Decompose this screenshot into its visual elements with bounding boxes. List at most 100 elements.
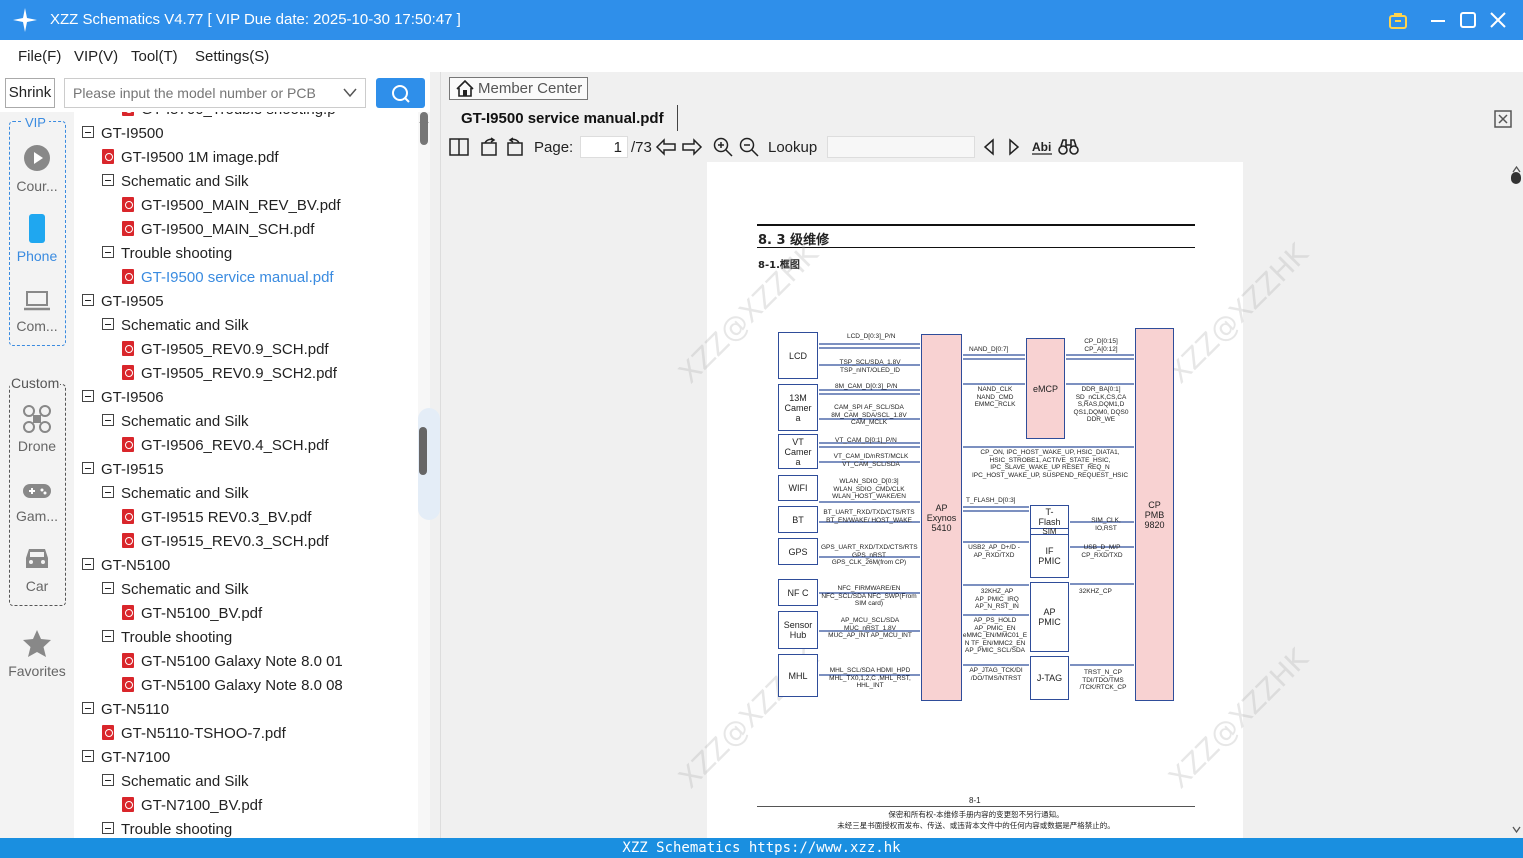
pdf-footer-line-2: 未经三星书面授权而发布、传送、或违背本文件中的任何内容或数据是严格禁止的。: [837, 821, 1115, 830]
sidebar-toggle-icon[interactable]: [449, 138, 469, 156]
tree-folder[interactable]: Schematic and Silk: [102, 170, 249, 194]
sidebar-item-computer[interactable]: Com...: [0, 318, 74, 334]
laptop-icon[interactable]: [23, 290, 51, 312]
tree-file[interactable]: GT-N7100_BV.pdf: [122, 794, 262, 818]
sidebar-item-games[interactable]: Gam...: [0, 508, 74, 524]
tree-file[interactable]: GT-I9505_REV0.9_SCH2.pdf: [122, 362, 337, 386]
search-input[interactable]: [64, 78, 366, 108]
collapse-toggle-icon[interactable]: [102, 630, 114, 643]
collapse-toggle-icon[interactable]: [102, 318, 114, 331]
collapse-toggle-icon[interactable]: [82, 294, 94, 307]
tree-folder[interactable]: Trouble shooting: [102, 818, 232, 838]
phone-icon[interactable]: [28, 213, 46, 244]
lookup-input[interactable]: [827, 136, 975, 158]
tree-folder[interactable]: Schematic and Silk: [102, 410, 249, 434]
tree-item-label: Trouble shooting: [121, 629, 233, 646]
binoculars-icon[interactable]: [1058, 138, 1079, 156]
page-input[interactable]: 1: [580, 136, 628, 158]
collapse-toggle-icon[interactable]: [102, 486, 114, 499]
rotate-left-icon[interactable]: [479, 137, 499, 157]
chevron-down-icon[interactable]: [343, 88, 357, 98]
tree-file[interactable]: GT-I9500_MAIN_SCH.pdf: [122, 218, 314, 242]
tree-scroll-thumb[interactable]: [420, 112, 428, 145]
sidebar-item-drone[interactable]: Drone: [0, 438, 74, 454]
window-title: XZZ Schematics V4.77 [ VIP Due date: 202…: [50, 11, 461, 28]
viewer-scroll-thumb[interactable]: [1511, 172, 1521, 184]
tree-file[interactable]: GT-I9500 1M image.pdf: [102, 146, 279, 170]
tree-file[interactable]: GT-N5100_BV.pdf: [122, 602, 262, 626]
doc-tab[interactable]: GT-I9500 service manual.pdf: [441, 105, 678, 131]
tree-item-label: Schematic and Silk: [121, 413, 249, 430]
tree-folder[interactable]: Trouble shooting: [102, 626, 232, 650]
tree-folder[interactable]: GT-N5110: [82, 698, 169, 722]
collapse-toggle-icon[interactable]: [82, 558, 94, 571]
collapse-toggle-icon[interactable]: [82, 126, 94, 139]
collapse-toggle-icon[interactable]: [82, 462, 94, 475]
find-next-icon[interactable]: [1007, 138, 1021, 156]
prev-page-icon[interactable]: [655, 138, 677, 156]
car-icon[interactable]: [22, 546, 52, 572]
tree-file[interactable]: GT-N5100 Galaxy Note 8.0 01: [122, 650, 343, 674]
collapse-toggle-icon[interactable]: [82, 702, 94, 715]
collapse-toggle-icon[interactable]: [102, 174, 114, 187]
gamepad-icon[interactable]: [22, 482, 52, 500]
shrink-button[interactable]: Shrink: [5, 78, 55, 108]
tree-file[interactable]: GT-I9500 service manual.pdf: [122, 266, 334, 290]
tree-file[interactable]: GT-I9515_REV0.3_SCH.pdf: [122, 530, 329, 554]
menu-tool[interactable]: Tool(T): [131, 48, 178, 65]
collapse-toggle-icon[interactable]: [102, 822, 114, 835]
tree-file[interactable]: GT-N5100 Galaxy Note 8.0 08: [122, 674, 343, 698]
collapse-handle[interactable]: [419, 427, 427, 475]
member-center-button[interactable]: Member Center: [449, 77, 588, 100]
tree-folder[interactable]: Schematic and Silk: [102, 314, 249, 338]
collapse-toggle-icon[interactable]: [102, 582, 114, 595]
tree-folder[interactable]: Schematic and Silk: [102, 482, 249, 506]
drone-icon[interactable]: [22, 404, 52, 434]
tree-folder[interactable]: GT-I9505: [82, 290, 164, 314]
sidebar-item-favorites[interactable]: Favorites: [0, 663, 74, 679]
zoom-in-icon[interactable]: [713, 137, 733, 157]
rotate-right-icon[interactable]: [505, 137, 525, 157]
tree-folder[interactable]: Schematic and Silk: [102, 770, 249, 794]
sidebar-item-car[interactable]: Car: [0, 578, 74, 594]
viewer-scroll-down-icon[interactable]: [1512, 826, 1521, 833]
sidebar-item-phone[interactable]: Phone: [0, 248, 74, 264]
zoom-out-icon[interactable]: [739, 137, 759, 157]
find-prev-icon[interactable]: [982, 138, 996, 156]
play-icon[interactable]: [23, 144, 51, 172]
tree-folder[interactable]: GT-I9500: [82, 122, 164, 146]
tree-file[interactable]: GT-I5700_Trouble shooting.p: [122, 112, 336, 122]
collapse-toggle-icon[interactable]: [102, 414, 114, 427]
tree-file[interactable]: GT-N5110-TSHOO-7.pdf: [102, 722, 286, 746]
menu-vip[interactable]: VIP(V): [74, 48, 118, 65]
maximize-icon[interactable]: [1460, 12, 1476, 28]
tree-folder[interactable]: Schematic and Silk: [102, 578, 249, 602]
tree-folder[interactable]: GT-N7100: [82, 746, 170, 770]
next-page-icon[interactable]: [681, 138, 703, 156]
tree-file[interactable]: GT-I9515 REV0.3_BV.pdf: [122, 506, 311, 530]
collapse-toggle-icon[interactable]: [102, 774, 114, 787]
sidebar-item-courses[interactable]: Cour...: [0, 178, 74, 194]
collapse-toggle-icon[interactable]: [82, 750, 94, 763]
tree-file[interactable]: GT-I9506_REV0.4_SCH.pdf: [122, 434, 329, 458]
tree-folder[interactable]: GT-I9515: [82, 458, 164, 482]
menu-file[interactable]: File(F): [18, 48, 61, 65]
tree-file[interactable]: GT-I9500_MAIN_REV_BV.pdf: [122, 194, 341, 218]
vip-bag-icon[interactable]: [1389, 12, 1407, 29]
menu-settings[interactable]: Settings(S): [195, 48, 269, 65]
close-doc-icon[interactable]: [1494, 110, 1512, 128]
tree-folder[interactable]: GT-I9506: [82, 386, 164, 410]
star-icon[interactable]: [22, 629, 52, 658]
pane-splitter[interactable]: [418, 72, 441, 838]
tree-folder[interactable]: Trouble shooting: [102, 242, 232, 266]
minimize-icon[interactable]: [1430, 12, 1446, 28]
tree-file[interactable]: GT-I9505_REV0.9_SCH.pdf: [122, 338, 329, 362]
search-field[interactable]: [65, 79, 335, 107]
tree-folder[interactable]: GT-N5100: [82, 554, 170, 578]
match-case-icon[interactable]: Abi: [1031, 138, 1053, 156]
viewer-scrollbar[interactable]: [1509, 162, 1523, 838]
close-icon[interactable]: [1490, 12, 1506, 28]
collapse-toggle-icon[interactable]: [102, 246, 114, 259]
collapse-toggle-icon[interactable]: [82, 390, 94, 403]
search-button[interactable]: [376, 78, 425, 108]
